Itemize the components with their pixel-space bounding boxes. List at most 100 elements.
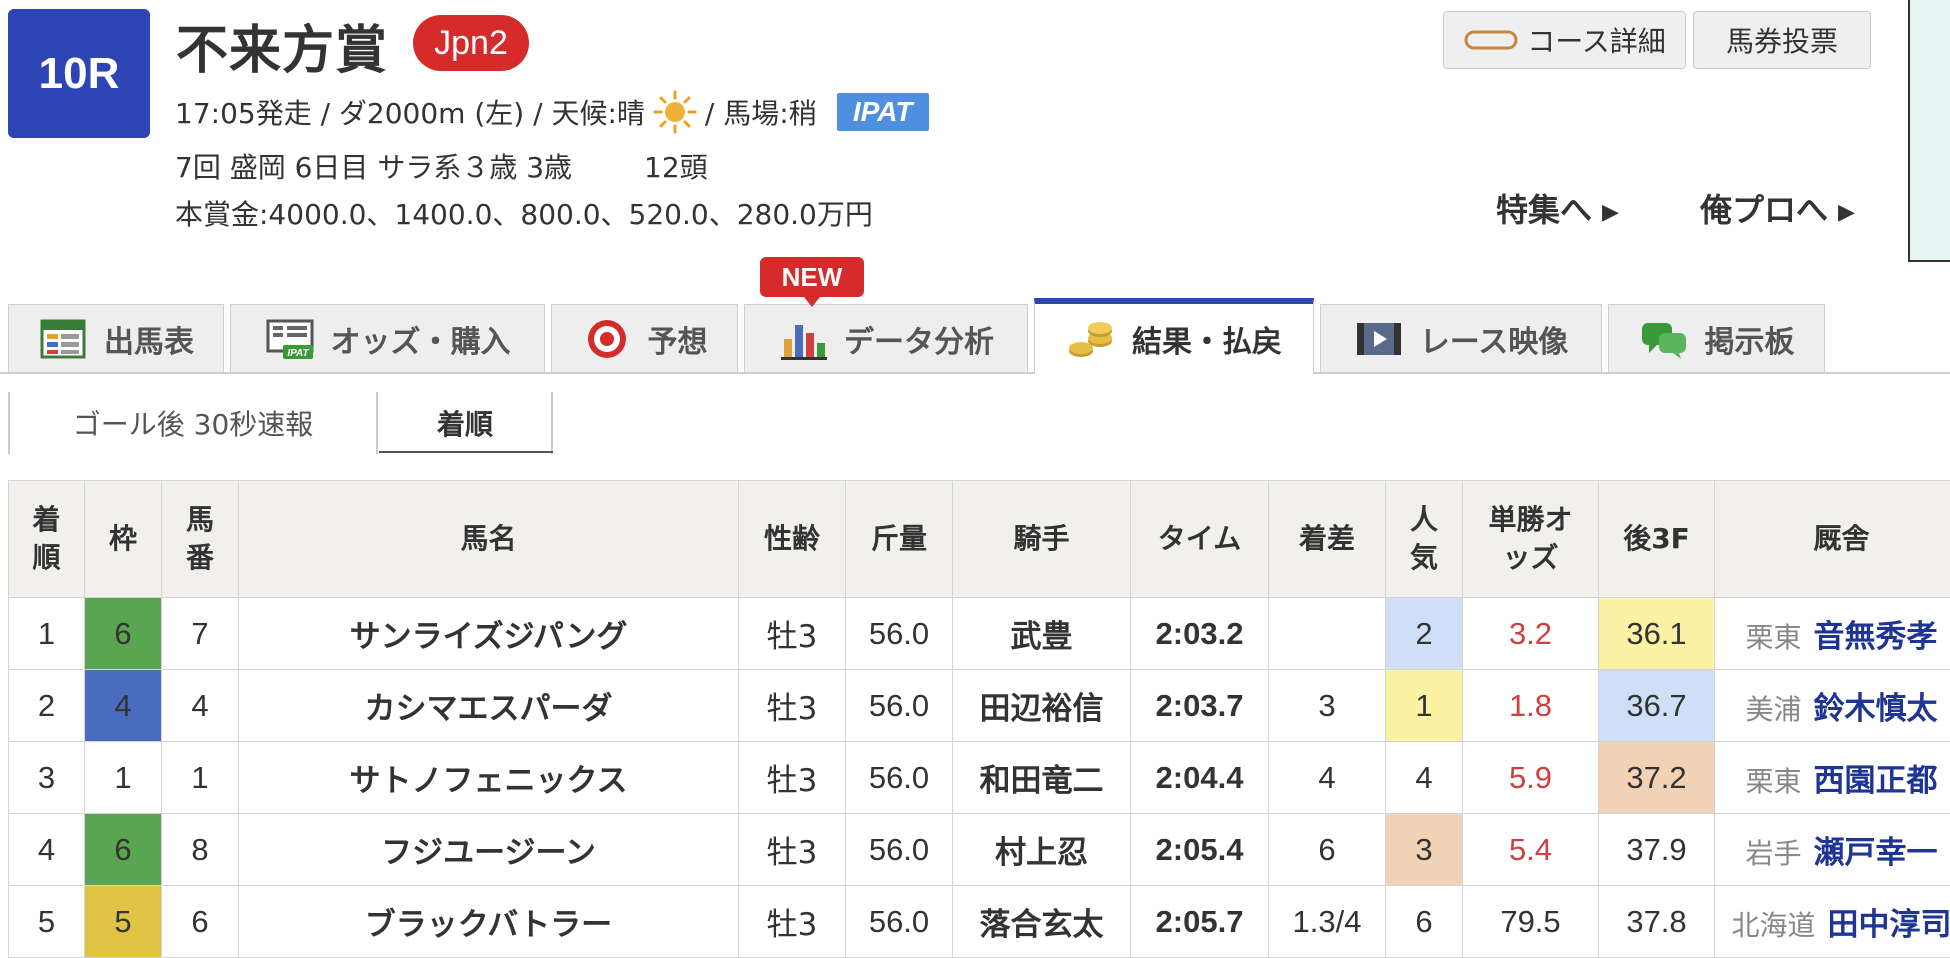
trainer-link[interactable]: 音無秀孝 bbox=[1814, 619, 1938, 655]
horse-name-link[interactable]: フジユージーン bbox=[239, 814, 739, 886]
rank-cell: 4 bbox=[9, 814, 85, 886]
trainer-link[interactable]: 鈴木慎太 bbox=[1814, 691, 1938, 727]
sex-age-cell: 牡3 bbox=[739, 742, 846, 814]
horse-name-link[interactable]: サンライズジパング bbox=[239, 598, 739, 670]
odds-cell: 79.5 bbox=[1463, 886, 1599, 958]
table-row: 167サンライズジパング牡356.0武豊2:03.223.236.1栗東音無秀孝 bbox=[9, 598, 1950, 670]
weight-cell: 56.0 bbox=[846, 886, 953, 958]
course-detail-button[interactable]: コース詳細 bbox=[1443, 11, 1686, 69]
trainer-link[interactable]: 瀬戸幸一 bbox=[1814, 835, 1938, 871]
col-last3f[interactable]: 後3F bbox=[1599, 481, 1715, 598]
margin-cell bbox=[1269, 598, 1386, 670]
col-jockey[interactable]: 騎手 bbox=[953, 481, 1131, 598]
stable-cell: 栗東音無秀孝 bbox=[1715, 598, 1950, 670]
horse-name-link[interactable]: サトノフェニックス bbox=[239, 742, 739, 814]
time-cell: 2:05.4 bbox=[1131, 814, 1269, 886]
tokushu-link-label: 特集へ bbox=[1496, 191, 1592, 229]
horse-name-link[interactable]: ブラックバトラー bbox=[239, 886, 739, 958]
col-odds[interactable]: 単勝オッズ bbox=[1463, 481, 1599, 598]
margin-cell: 1.3/4 bbox=[1269, 886, 1386, 958]
tab-results[interactable]: 結果・払戻 bbox=[1034, 298, 1314, 374]
tab-race-video[interactable]: レース映像 bbox=[1320, 304, 1602, 372]
sex-age-cell: 牡3 bbox=[739, 886, 846, 958]
time-cell: 2:03.7 bbox=[1131, 670, 1269, 742]
tab-data-analysis[interactable]: データ分析 bbox=[744, 304, 1028, 372]
tab-label: 結果・払戻 bbox=[1132, 317, 1282, 361]
time-cell: 2:05.7 bbox=[1131, 886, 1269, 958]
race-start-course-weather: 17:05発走 / ダ2000m (左) / 天候:晴 bbox=[175, 92, 645, 132]
stable-cell: 栗東西園正都 bbox=[1715, 742, 1950, 814]
odds-cell: 3.2 bbox=[1463, 598, 1599, 670]
odds-ipat-icon: IPAT bbox=[265, 317, 315, 361]
horse-number-cell: 6 bbox=[162, 886, 239, 958]
trainer-link[interactable]: 西園正都 bbox=[1814, 763, 1938, 799]
jockey-link[interactable]: 村上忍 bbox=[953, 814, 1131, 886]
orepro-link[interactable]: 俺プロへ ▶ bbox=[1700, 185, 1855, 231]
horse-number-cell: 8 bbox=[162, 814, 239, 886]
frame-cell: 6 bbox=[85, 598, 162, 670]
time-cell: 2:04.4 bbox=[1131, 742, 1269, 814]
tab-label: 出馬表 bbox=[104, 317, 194, 361]
chat-icon bbox=[1639, 317, 1689, 361]
tab-label: レース映像 bbox=[1420, 317, 1569, 361]
weight-cell: 56.0 bbox=[846, 742, 953, 814]
horse-number-cell: 1 bbox=[162, 742, 239, 814]
rank-cell: 5 bbox=[9, 886, 85, 958]
col-horse[interactable]: 馬名 bbox=[239, 481, 739, 598]
new-badge: NEW bbox=[760, 257, 864, 297]
col-time[interactable]: タイム bbox=[1131, 481, 1269, 598]
jockey-link[interactable]: 田辺裕信 bbox=[953, 670, 1131, 742]
popularity-cell: 6 bbox=[1386, 886, 1463, 958]
head-count: 12頭 bbox=[644, 151, 708, 184]
col-rank[interactable]: 着順 bbox=[9, 481, 85, 598]
jockey-link[interactable]: 落合玄太 bbox=[953, 886, 1131, 958]
side-banner[interactable] bbox=[1908, 0, 1950, 262]
bet-button[interactable]: 馬券投票 bbox=[1693, 11, 1871, 69]
table-row: 468フジユージーン牡356.0村上忍2:05.4635.437.9岩手瀬戸幸一 bbox=[9, 814, 1950, 886]
col-frame[interactable]: 枠 bbox=[85, 481, 162, 598]
sex-age-cell: 牡3 bbox=[739, 814, 846, 886]
popularity-cell: 1 bbox=[1386, 670, 1463, 742]
col-weight[interactable]: 斤量 bbox=[846, 481, 953, 598]
subtab-finish-order[interactable]: 着順 bbox=[379, 392, 553, 454]
last3f-cell: 37.2 bbox=[1599, 742, 1715, 814]
last3f-cell: 36.1 bbox=[1599, 598, 1715, 670]
jockey-link[interactable]: 武豊 bbox=[953, 598, 1131, 670]
video-icon bbox=[1354, 317, 1404, 361]
odds-cell: 1.8 bbox=[1463, 670, 1599, 742]
frame-cell: 6 bbox=[85, 814, 162, 886]
table-row: 311サトノフェニックス牡356.0和田竜二2:04.4445.937.2栗東西… bbox=[9, 742, 1950, 814]
stable-region: 栗東 bbox=[1745, 621, 1801, 654]
stable-region: 岩手 bbox=[1745, 837, 1801, 870]
tab-prediction[interactable]: 予想 bbox=[551, 304, 738, 372]
orepro-link-label: 俺プロへ bbox=[1700, 191, 1828, 229]
popularity-cell: 3 bbox=[1386, 814, 1463, 886]
stable-cell: 北海道田中淳司 bbox=[1715, 886, 1950, 958]
horse-name-link[interactable]: カシマエスパーダ bbox=[239, 670, 739, 742]
race-title: 不来方賞 bbox=[176, 8, 388, 83]
track-condition: / 馬場:稍 bbox=[705, 92, 817, 132]
frame-cell: 5 bbox=[85, 886, 162, 958]
tab-label: データ分析 bbox=[844, 317, 994, 361]
col-stable[interactable]: 厩舎 bbox=[1715, 481, 1950, 598]
stable-cell: 岩手瀬戸幸一 bbox=[1715, 814, 1950, 886]
subtab-flash-report[interactable]: ゴール後 30秒速報 bbox=[8, 392, 378, 454]
tab-race-card[interactable]: 出馬表 bbox=[8, 304, 224, 372]
ipat-badge[interactable]: IPAT bbox=[837, 93, 929, 131]
odds-cell: 5.4 bbox=[1463, 814, 1599, 886]
triangle-right-icon: ▶ bbox=[1838, 200, 1855, 225]
tab-odds[interactable]: IPAT オッズ・購入 bbox=[230, 304, 545, 372]
col-margin[interactable]: 着差 bbox=[1269, 481, 1386, 598]
popularity-cell: 4 bbox=[1386, 742, 1463, 814]
col-number[interactable]: 馬番 bbox=[162, 481, 239, 598]
jockey-link[interactable]: 和田竜二 bbox=[953, 742, 1131, 814]
tab-label: 予想 bbox=[648, 317, 708, 361]
stable-region: 北海道 bbox=[1731, 909, 1815, 942]
tab-divider bbox=[0, 372, 1950, 374]
trainer-link[interactable]: 田中淳司 bbox=[1828, 907, 1950, 943]
col-popularity[interactable]: 人気 bbox=[1386, 481, 1463, 598]
course-icon bbox=[1463, 28, 1519, 52]
col-sex-age[interactable]: 性齢 bbox=[739, 481, 846, 598]
tab-bbs[interactable]: 掲示板 bbox=[1608, 304, 1825, 372]
tokushu-link[interactable]: 特集へ▶ bbox=[1496, 185, 1619, 231]
